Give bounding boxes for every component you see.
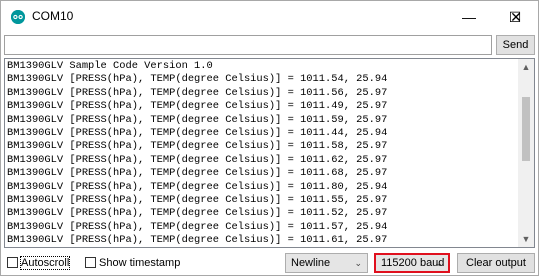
output-line: BM1390GLV [PRESS(hPa), TEMP(degree Celsi… [7,167,388,180]
autoscroll-label: Autoscroll [19,256,71,270]
line-ending-select[interactable]: Newline ⌄ [285,253,368,273]
baud-rate-select[interactable]: 115200 baud ⌄ [374,253,450,273]
clear-output-button[interactable]: Clear output [457,253,535,273]
timestamp-checkbox-box[interactable] [85,257,96,268]
autoscroll-checkbox[interactable]: Autoscroll [7,256,71,270]
output-line: BM1390GLV [PRESS(hPa), TEMP(degree Celsi… [7,73,388,86]
scroll-thumb[interactable] [522,97,530,161]
chevron-down-icon: ⌄ [354,258,362,268]
send-input[interactable] [4,35,492,55]
send-button[interactable]: Send [496,35,535,55]
serial-output[interactable]: BM1390GLV Sample Code Version 1.0 BM1390G… [4,58,535,248]
output-line: BM1390GLV [PRESS(hPa), TEMP(degree Celsi… [7,113,388,126]
scroll-down-icon[interactable]: ▼ [518,231,534,247]
minimize-button[interactable]: — [446,1,492,33]
output-line: BM1390GLV [PRESS(hPa), TEMP(degree Celsi… [7,86,388,99]
output-line: BM1390GLV [PRESS(hPa), TEMP(degree Celsi… [7,140,388,153]
output-line: BM1390GLV Sample Code Version 1.0 [7,60,213,72]
output-line: BM1390GLV [PRESS(hPa), TEMP(degree Celsi… [7,100,388,113]
send-row: Send [4,35,535,55]
output-lines: BM1390GLV Sample Code Version 1.0 BM1390G… [7,60,517,247]
scroll-up-icon[interactable]: ▲ [518,59,534,75]
output-line: BM1390GLV [PRESS(hPa), TEMP(degree Celsi… [7,180,388,193]
autoscroll-checkbox-box[interactable] [7,257,18,268]
output-line: BM1390GLV [PRESS(hPa), TEMP(degree Celsi… [7,207,388,220]
arduino-icon [11,10,25,24]
output-line: BM1390GLV [PRESS(hPa), TEMP(degree Celsi… [7,153,388,166]
timestamp-label: Show timestamp [99,257,181,269]
output-line: BM1390GLV [PRESS(hPa), TEMP(degree Celsi… [7,126,388,139]
chevron-down-icon: ⌄ [435,258,443,268]
output-line: BM1390GLV [PRESS(hPa), TEMP(degree Celsi… [7,234,388,247]
close-button[interactable]: ✕ [495,1,537,33]
output-line: BM1390GLV [PRESS(hPa), TEMP(degree Celsi… [7,220,388,233]
title-bar: COM10 — ☐ [1,1,538,33]
timestamp-checkbox[interactable]: Show timestamp [85,256,180,270]
vertical-scrollbar[interactable]: ▲ ▼ [518,59,534,247]
window-title: COM10 [32,9,74,23]
output-line: BM1390GLV [PRESS(hPa), TEMP(degree Celsi… [7,193,388,206]
line-ending-value: Newline [291,257,331,269]
serial-monitor-window: COM10 — ☐ ✕ Send BM1390GLV Sample Code V… [0,0,539,276]
bottom-bar: Autoscroll Show timestamp Newline ⌄ 1152… [1,251,538,275]
